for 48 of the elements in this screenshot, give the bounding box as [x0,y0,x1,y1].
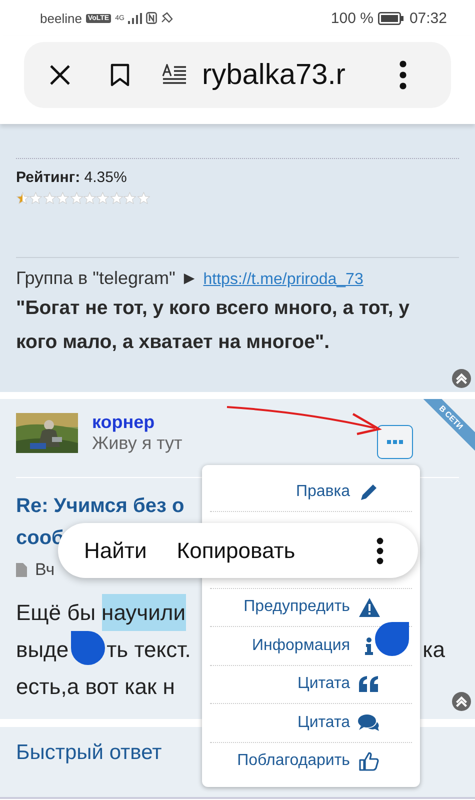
thumbs-up-icon [359,751,379,772]
menu-item[interactable]: Цитата [297,714,350,732]
selection-handle[interactable] [375,622,411,656]
menu-item[interactable]: Поблагодарить [237,752,350,770]
telegram-label: Группа в "telegram" ► [16,268,198,288]
address-bar[interactable]: rybalka73.r [24,42,451,108]
signal-icon [128,12,142,24]
battery-percent: 100 % [330,10,374,26]
post-text: ка [422,636,445,664]
quote-text: "Богат не тот, у кого всего много, а тот, у кого мало, а хватает на многое". [16,296,411,355]
pencil-icon [359,482,379,502]
more-icon[interactable] [376,536,384,564]
menu-item[interactable]: Правка [296,482,350,501]
telegram-link[interactable]: https://t.me/priroda_73 [203,271,364,288]
clock: 07:32 [409,10,447,26]
close-icon[interactable] [48,63,72,87]
comments-icon [358,714,380,732]
reader-mode-icon[interactable] [162,64,188,86]
info-icon [365,636,373,655]
scroll-up-icon[interactable] [452,369,471,388]
nfc-icon [146,12,158,24]
post-text: ть текст. [106,636,191,664]
post-text: есть,а вот как н [16,673,175,701]
bookmark-icon[interactable] [110,63,130,87]
post-text: выде [16,636,69,664]
menu-item[interactable]: Информация [252,636,350,655]
battery-icon [378,12,404,24]
quote-icon [359,676,379,692]
user-status: Живу я тут [92,433,182,454]
url-text[interactable]: rybalka73.r [202,58,399,92]
post-text: Ещё бы [16,599,96,627]
warning-icon [358,598,380,617]
scroll-up-icon[interactable] [452,692,471,711]
selected-text: научили [102,594,186,631]
menu-item[interactable]: Предупредить [244,598,350,616]
more-icon[interactable] [399,60,407,90]
post-options-button[interactable] [377,425,413,459]
more-icon [387,440,403,444]
toolbar-action[interactable]: Найти [80,538,151,564]
document-icon [16,563,27,577]
post-date: Вч [35,560,55,580]
quick-reply-link[interactable]: Быстрый ответ [16,737,162,769]
selection-handle[interactable] [70,631,105,665]
rating-text: Рейтинг: 4.35% [16,169,128,186]
author-name[interactable]: корнер [92,412,182,433]
toolbar-action[interactable]: Копировать [172,538,300,564]
menu-item[interactable]: Цитата [297,675,350,694]
carrier-name: beeline [40,10,82,26]
